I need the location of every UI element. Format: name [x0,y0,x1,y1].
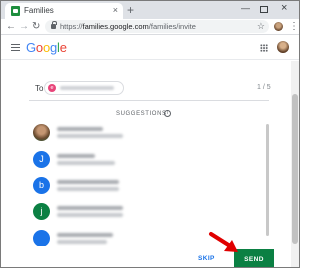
logo-letter: g [49,40,58,55]
contact-email-blurred [57,161,115,165]
contact-email-blurred [57,134,123,138]
to-divider [29,100,269,101]
chip-email-blurred [60,86,114,90]
tab-strip: Families × + — × [1,1,299,19]
logo-letter: o [42,40,50,55]
bookmark-star-icon[interactable]: ☆ [257,20,265,33]
annotation-arrow-icon [209,232,238,252]
lock-icon [51,21,57,29]
url-text: https://families.google.com/families/inv… [60,22,196,31]
minimize-window-icon[interactable]: — [241,3,250,13]
families-favicon-icon [11,6,20,16]
to-label: To [35,84,44,93]
google-apps-icon[interactable] [260,44,268,52]
suggestions-scrollbar[interactable] [266,124,269,236]
tab-title: Families [24,6,54,15]
logo-letter: G [26,40,36,55]
contact-avatar: b [33,177,50,194]
close-tab-icon[interactable]: × [113,5,118,15]
contact-avatar [33,230,50,247]
browser-window: Families × + — × ← → ↻ https://families.… [0,0,300,268]
suggestions-heading: SUGGESTIONS [116,111,167,117]
close-window-icon[interactable]: × [281,2,287,14]
address-bar[interactable]: https://families.google.com/families/inv… [45,20,269,33]
page-header: Google [1,36,299,60]
contact-name-blurred [57,154,95,158]
browser-toolbar: ← → ↻ https://families.google.com/famili… [1,19,299,35]
new-tab-icon[interactable]: + [127,4,134,16]
contact-name-blurred [57,233,113,237]
contact-suggestion[interactable]: b [33,177,253,197]
contact-avatar [33,124,50,141]
chip-avatar: e [48,84,56,92]
contact-suggestion[interactable]: j [33,203,253,223]
reload-icon[interactable]: ↻ [32,19,40,34]
forward-arrow-icon[interactable]: → [19,19,29,34]
recipient-chip[interactable]: e [44,81,124,95]
google-logo: Google [26,40,67,55]
back-arrow-icon[interactable]: ← [6,19,16,34]
account-avatar[interactable] [277,41,289,53]
contact-name-blurred [57,206,123,210]
contact-name-blurred [57,127,103,131]
contact-suggestion[interactable]: J [33,151,253,171]
logo-letter: e [59,40,67,55]
page-scrollbar-thumb[interactable] [292,94,298,244]
maximize-window-icon[interactable] [260,6,268,13]
skip-button[interactable]: SKIP [198,255,215,262]
contact-email-blurred [57,187,119,191]
contact-email-blurred [57,240,107,244]
browser-menu-icon[interactable]: ⋮ [289,19,299,34]
contact-name-blurred [57,180,119,184]
tab-families[interactable]: Families × [5,3,123,19]
contact-avatar: J [33,151,50,168]
info-icon[interactable]: i [164,110,171,117]
browser-profile-avatar[interactable] [274,22,283,31]
contact-suggestion[interactable] [33,124,253,144]
hamburger-menu-icon[interactable] [11,44,20,51]
invite-counter: 1 / 5 [257,84,271,91]
logo-letter: o [35,40,43,55]
contact-avatar: j [33,203,50,220]
contact-email-blurred [57,213,123,217]
